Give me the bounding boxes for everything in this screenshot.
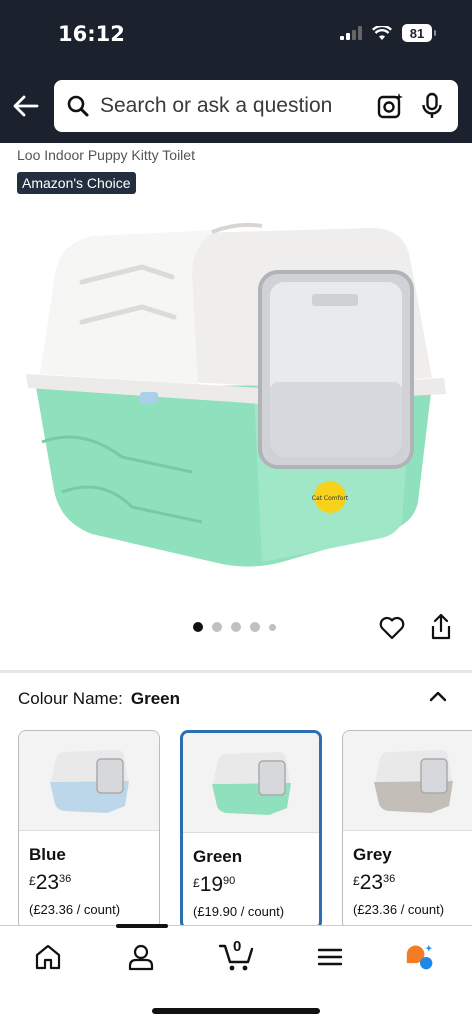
nav-active-indicator: [116, 924, 168, 928]
swatch-name: Blue: [29, 845, 66, 864]
swatch-thumbnail: [19, 731, 159, 831]
product-sticker-text: Cat Comfort: [312, 495, 349, 502]
pager-dot[interactable]: [231, 622, 241, 632]
cart-button[interactable]: 0: [218, 938, 254, 972]
rufus-assistant-icon[interactable]: [405, 942, 435, 972]
colour-selector-label: Colour Name: Green: [18, 689, 180, 709]
chevron-up-icon[interactable]: [428, 686, 448, 706]
swatch-unit-price: (£23.36 / count): [353, 902, 445, 917]
swatch-price: £2336: [353, 871, 396, 894]
search-placeholder[interactable]: Search or ask a question: [100, 94, 376, 118]
product-image[interactable]: Cat Comfort: [22, 222, 450, 567]
battery-icon: 81: [402, 24, 436, 42]
swatch-name: Grey: [353, 845, 392, 864]
swatch-price: £1990: [193, 873, 236, 896]
colour-option-grey[interactable]: Grey £2336 (£23.36 / count): [342, 730, 472, 930]
heart-icon[interactable]: [378, 614, 406, 642]
camera-lens-icon[interactable]: [376, 92, 404, 120]
colour-option-green[interactable]: Green £1990 (£19.90 / count): [180, 730, 322, 930]
bottom-nav: 0: [0, 924, 472, 1024]
swatch-price: £2336: [29, 871, 72, 894]
colour-selected-value: Green: [130, 689, 181, 708]
account-icon[interactable]: [126, 942, 156, 972]
search-icon: [67, 95, 89, 117]
pager-dot[interactable]: [212, 622, 222, 632]
product-title[interactable]: Loo Indoor Puppy Kitty Toilet: [17, 147, 195, 163]
section-divider: [0, 670, 472, 673]
pager-dot[interactable]: [269, 623, 276, 631]
amazons-choice-badge: Amazon's Choice: [17, 172, 136, 194]
status-icons: 81: [340, 24, 436, 42]
swatch-thumbnail: [343, 731, 472, 831]
status-time: 16:12: [58, 22, 125, 46]
share-icon[interactable]: [428, 612, 454, 642]
pager-dot[interactable]: [193, 622, 203, 632]
home-icon[interactable]: [33, 942, 63, 972]
signal-icon: [340, 26, 362, 40]
home-indicator[interactable]: [152, 1008, 320, 1014]
pager-dot[interactable]: [250, 622, 260, 632]
swatch-unit-price: (£19.90 / count): [193, 904, 285, 919]
swatch-unit-price: (£23.36 / count): [29, 902, 121, 917]
colour-label: Colour Name:: [18, 689, 123, 708]
search-header: Search or ask a question: [0, 70, 472, 143]
status-bar: 16:12 81: [0, 0, 472, 70]
swatch-name: Green: [193, 847, 243, 866]
cart-count: 0: [233, 938, 242, 955]
search-input[interactable]: Search or ask a question: [54, 80, 458, 132]
image-pager[interactable]: [193, 622, 276, 632]
back-arrow-icon[interactable]: [10, 90, 42, 122]
microphone-icon[interactable]: [420, 92, 444, 120]
colour-option-blue[interactable]: Blue £2336 (£23.36 / count): [18, 730, 160, 930]
wifi-icon: [372, 25, 392, 40]
swatch-thumbnail: [183, 733, 319, 833]
menu-icon[interactable]: [315, 942, 345, 972]
